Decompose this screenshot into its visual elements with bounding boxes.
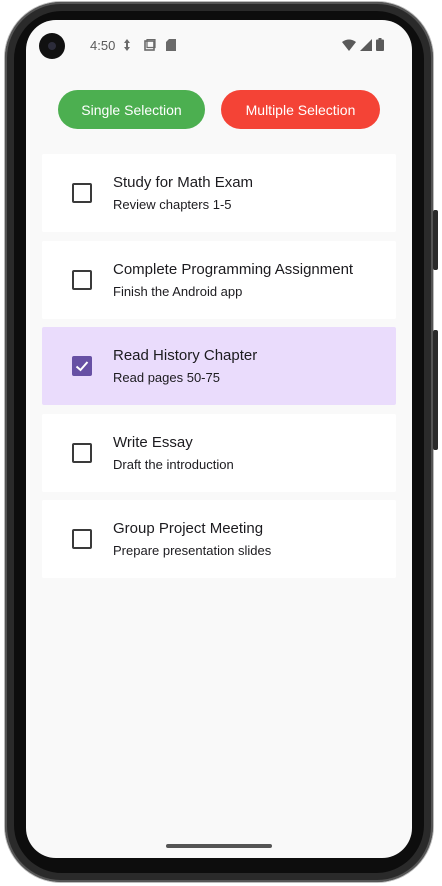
multiple-selection-button[interactable]: Multiple Selection xyxy=(221,90,380,129)
front-camera xyxy=(39,33,65,59)
task-checkbox[interactable] xyxy=(72,183,92,203)
sd-card-icon xyxy=(166,39,176,51)
data-saver-icon xyxy=(124,39,130,51)
task-title: Group Project Meeting xyxy=(113,520,264,537)
task-subtitle: Read pages 50-75 xyxy=(113,370,220,385)
task-title: Study for Math Exam xyxy=(113,174,254,191)
task-subtitle: Finish the Android app xyxy=(113,283,243,299)
power-button xyxy=(433,210,438,270)
task-checkbox-checked[interactable] xyxy=(72,356,92,376)
check-icon xyxy=(75,361,89,372)
task-title: Read History Chapter xyxy=(113,347,258,364)
task-row-programming[interactable]: Complete Programming Assignment Finish t… xyxy=(42,240,396,319)
status-time: 4:50 xyxy=(90,38,116,53)
volume-button xyxy=(433,330,438,450)
status-right-icons xyxy=(342,38,384,51)
status-bar: 4:50 xyxy=(26,20,412,72)
task-row-meeting[interactable]: Group Project Meeting Prepare presentati… xyxy=(42,500,396,578)
battery-icon xyxy=(376,38,384,51)
single-selection-button[interactable]: Single Selection xyxy=(58,90,205,129)
task-subtitle: Draft the introduction xyxy=(113,456,234,472)
task-row-essay[interactable]: Write Essay Draft the introduction xyxy=(42,413,396,492)
task-row-math[interactable]: Study for Math Exam Review chapters 1-5 xyxy=(42,154,396,232)
task-checkbox[interactable] xyxy=(72,529,92,549)
task-list: Study for Math Exam Review chapters 1-5 … xyxy=(42,154,396,587)
screenshot-icon xyxy=(144,39,156,51)
home-indicator[interactable] xyxy=(166,844,272,848)
task-title: Write Essay xyxy=(113,433,193,451)
task-checkbox[interactable] xyxy=(72,442,92,463)
task-subtitle: Prepare presentation slides xyxy=(113,543,272,558)
screen: 4:50 Single Selection Multiple Selection xyxy=(26,20,412,858)
wifi-icon xyxy=(342,39,356,51)
task-checkbox[interactable] xyxy=(72,269,92,290)
task-title: Complete Programming Assignment xyxy=(113,260,354,278)
task-row-history[interactable]: Read History Chapter Read pages 50-75 xyxy=(42,327,396,405)
task-subtitle: Review chapters 1-5 xyxy=(113,197,232,212)
cellular-signal-icon xyxy=(360,38,372,51)
